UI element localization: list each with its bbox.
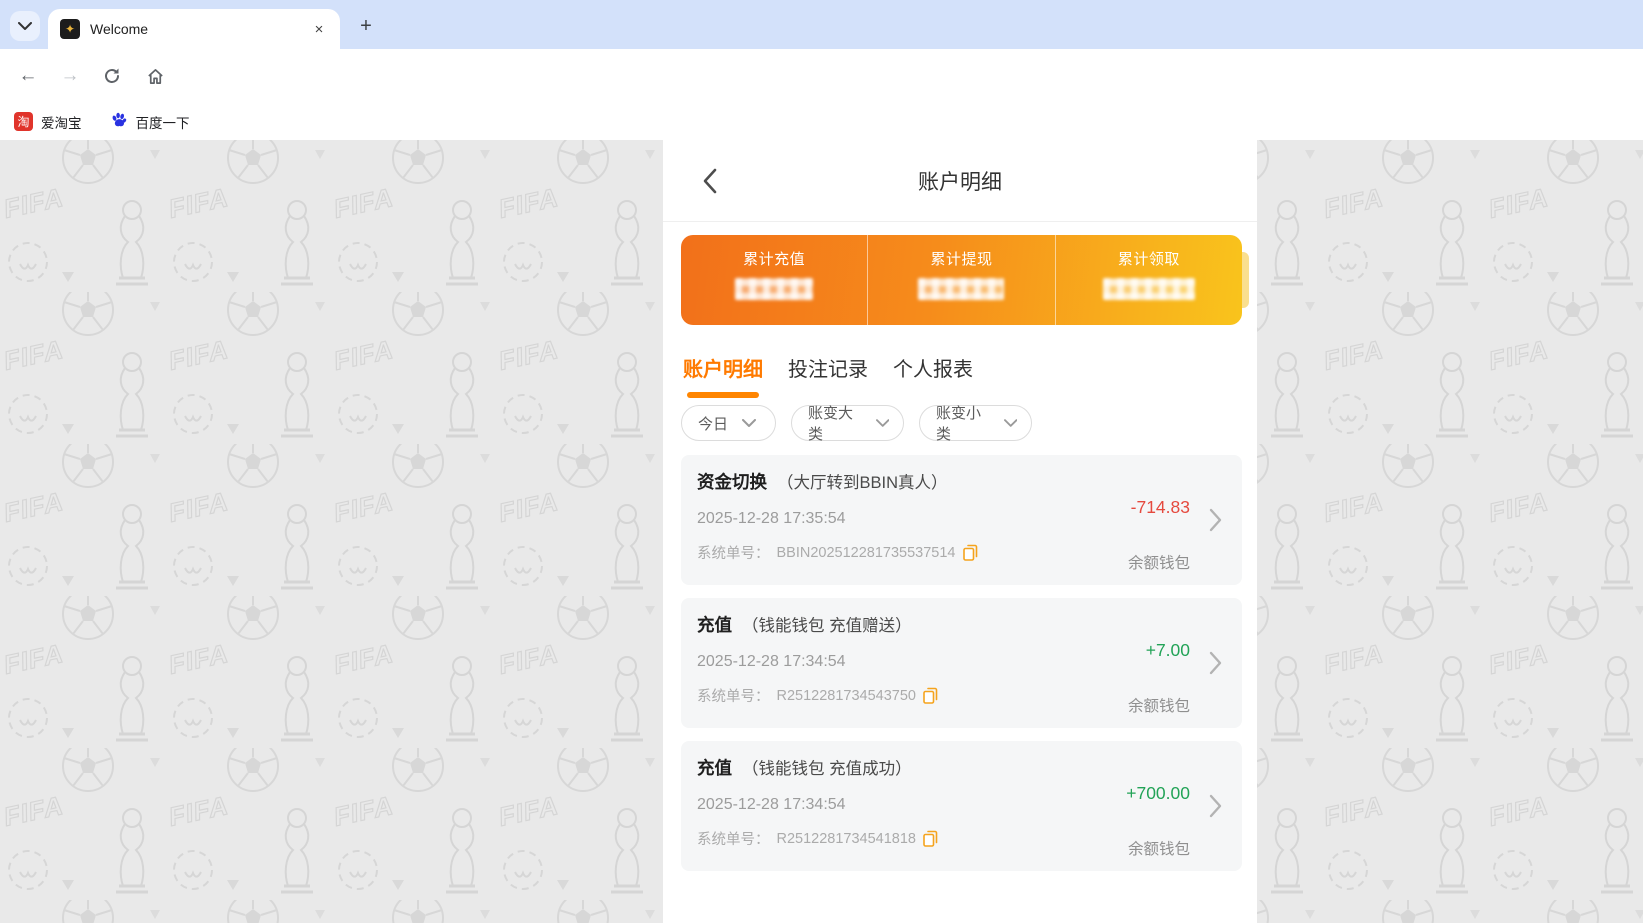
forward-button[interactable]: → — [56, 62, 84, 90]
tab-label: 个人报表 — [893, 359, 973, 381]
back-button[interactable]: ← — [14, 62, 42, 90]
tab-bet-records[interactable]: 投注记录 — [788, 353, 868, 398]
stats-card: 累计充值 累计提现 累计领取 — [681, 235, 1242, 325]
chevron-down-icon — [876, 419, 889, 427]
reload-button[interactable] — [98, 62, 126, 90]
tab-close-button[interactable]: × — [310, 20, 328, 38]
tabs-row: 账户明细 投注记录 个人报表 — [683, 353, 1257, 398]
browser-tab[interactable]: ✦ Welcome × — [48, 9, 340, 49]
stat-value-masked — [735, 278, 813, 300]
site-favicon-icon: ✦ — [60, 19, 80, 39]
chevron-down-icon — [18, 17, 32, 35]
browser-toolbar: ← → ld48.com/reports/index?tab=0 — [0, 49, 1643, 103]
item-serial-label: 系统单号： — [697, 828, 770, 849]
filter-label: 账变大类 — [808, 402, 866, 444]
filter-date-dropdown[interactable]: 今日 — [681, 405, 776, 441]
filter-label: 今日 — [698, 413, 728, 434]
tab-title: Welcome — [90, 21, 310, 37]
item-amount: +7.00 — [1146, 640, 1190, 661]
stat-value-masked — [918, 278, 1004, 300]
taobao-icon: 淘 — [14, 112, 33, 131]
item-serial-value: R2512281734543750 — [777, 688, 917, 704]
item-serial-value: BBIN202512281735537514 — [777, 545, 956, 561]
baidu-paw-icon — [110, 111, 128, 132]
item-serial-label: 系统单号： — [697, 542, 770, 563]
item-serial-label: 系统单号： — [697, 685, 770, 706]
tab-account-details[interactable]: 账户明细 — [683, 353, 763, 398]
filter-minor-type-dropdown[interactable]: 账变小类 — [919, 405, 1032, 441]
stats-carousel: 累计充值 累计提现 累计领取 — [681, 235, 1242, 325]
stat-total-deposit: 累计充值 — [681, 235, 867, 325]
copy-button[interactable] — [963, 544, 978, 561]
item-title: 充值 — [697, 612, 732, 637]
stat-label: 累计充值 — [743, 248, 805, 269]
item-amount: -714.83 — [1131, 497, 1190, 518]
content-panel: 账户明细 累计充值 累计提现 累计领取 账户明细 — [663, 140, 1257, 923]
browser-tab-strip: ✦ Welcome × + — [0, 0, 1643, 49]
page-title: 账户明细 — [663, 140, 1257, 222]
bookmark-label: 百度一下 — [136, 112, 190, 132]
item-wallet-label: 余额钱包 — [1128, 551, 1190, 573]
tab-label: 账户明细 — [683, 359, 763, 381]
item-subtitle: （大厅转到BBIN真人） — [777, 469, 948, 493]
chevron-down-icon — [742, 419, 756, 427]
stat-value-masked — [1103, 278, 1195, 300]
active-tab-underline — [687, 392, 759, 398]
item-title: 资金切换 — [697, 469, 767, 494]
bookmark-aitaobao[interactable]: 淘 爱淘宝 — [14, 112, 82, 132]
new-tab-button[interactable]: + — [352, 12, 380, 40]
tab-personal-report[interactable]: 个人报表 — [893, 353, 973, 398]
list-item[interactable]: 充值 （钱能钱包 充值成功） 2025-12-28 17:34:54 系统单号：… — [681, 741, 1242, 871]
stat-label: 累计领取 — [1118, 248, 1180, 269]
copy-button[interactable] — [923, 687, 938, 704]
item-title: 充值 — [697, 755, 732, 780]
chevron-right-icon — [1209, 651, 1222, 680]
item-wallet-label: 余额钱包 — [1128, 837, 1190, 859]
filter-label: 账变小类 — [936, 402, 994, 444]
transaction-list: 资金切换 （大厅转到BBIN真人） 2025-12-28 17:35:54 系统… — [681, 455, 1242, 871]
filter-major-type-dropdown[interactable]: 账变大类 — [791, 405, 904, 441]
copy-button[interactable] — [923, 830, 938, 847]
home-button[interactable] — [141, 62, 169, 90]
item-amount: +700.00 — [1126, 783, 1190, 804]
filters-row: 今日 账变大类 账变小类 — [681, 405, 1257, 441]
copy-icon — [963, 544, 978, 561]
screen: ✦ Welcome × + ← → — [0, 0, 1643, 923]
item-subtitle: （钱能钱包 充值成功） — [742, 755, 912, 779]
item-serial-value: R2512281734541818 — [777, 831, 917, 847]
home-icon — [146, 67, 165, 86]
list-item[interactable]: 资金切换 （大厅转到BBIN真人） 2025-12-28 17:35:54 系统… — [681, 455, 1242, 585]
chevron-right-icon — [1209, 508, 1222, 537]
tab-search-button[interactable] — [10, 11, 40, 41]
page-header: 账户明细 — [663, 140, 1257, 222]
item-subtitle: （钱能钱包 充值赠送） — [742, 612, 912, 636]
bookmarks-bar: 淘 爱淘宝 百度一下 — [0, 103, 1643, 140]
copy-icon — [923, 687, 938, 704]
bookmark-baidu[interactable]: 百度一下 — [110, 111, 190, 132]
reload-icon — [103, 67, 121, 85]
stat-label: 累计提现 — [930, 248, 992, 269]
chevron-down-icon — [1004, 419, 1017, 427]
stat-total-claimed: 累计领取 — [1055, 235, 1242, 325]
item-wallet-label: 余额钱包 — [1128, 694, 1190, 716]
copy-icon — [923, 830, 938, 847]
list-item[interactable]: 充值 （钱能钱包 充值赠送） 2025-12-28 17:34:54 系统单号：… — [681, 598, 1242, 728]
bookmark-label: 爱淘宝 — [41, 112, 82, 132]
tab-label: 投注记录 — [788, 359, 868, 381]
chevron-right-icon — [1209, 794, 1222, 823]
stat-total-withdraw: 累计提现 — [867, 235, 1054, 325]
